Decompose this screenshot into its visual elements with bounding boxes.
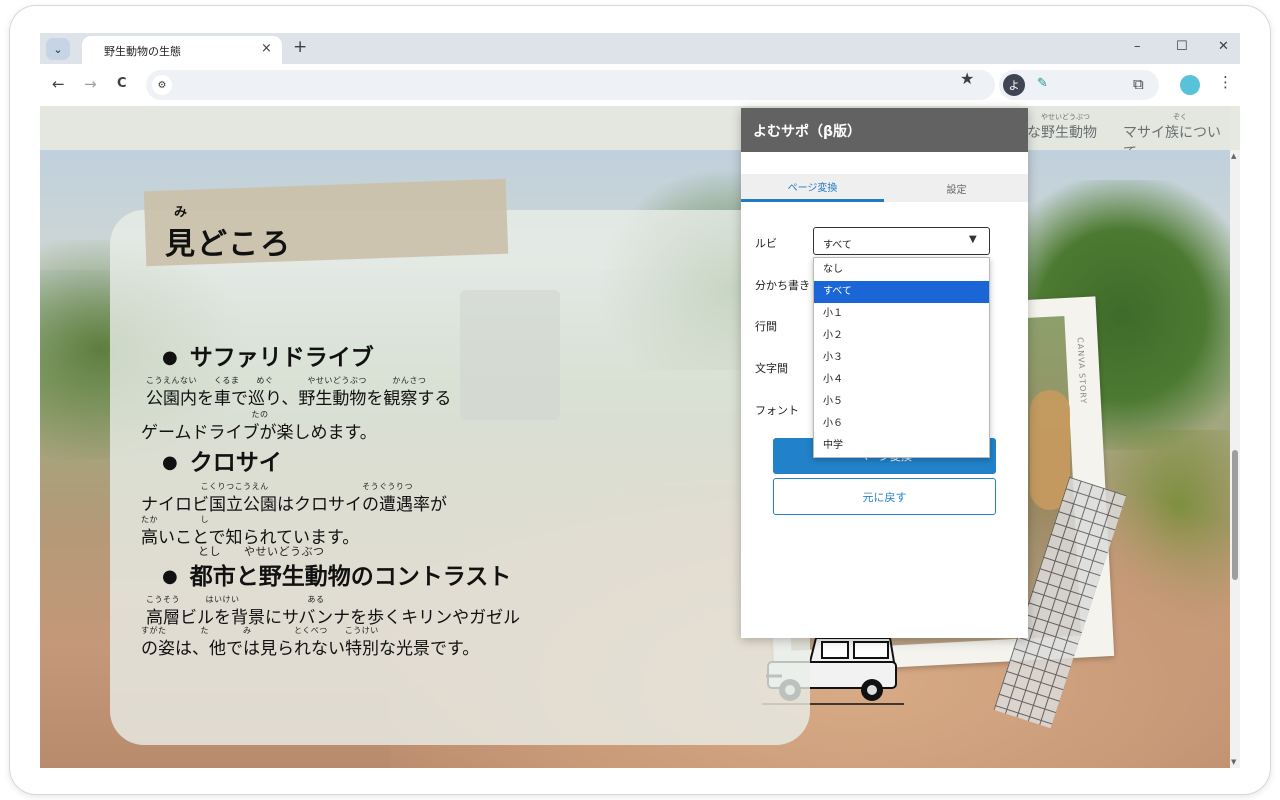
- option-grade6[interactable]: 小６: [814, 413, 989, 435]
- font-label: フォント: [755, 404, 799, 417]
- feature-title-text: サファリドライブ: [189, 345, 374, 371]
- address-bar[interactable]: ⚙: [146, 70, 995, 100]
- yomusapo-popup: よむサポ（β版） ページ変換 設定 ルビ 分かち書き 行間 文字間 フォント す…: [741, 108, 1028, 638]
- section-heading: 見どころ: [165, 227, 293, 262]
- option-grade5[interactable]: 小５: [814, 391, 989, 413]
- tab-search-icon[interactable]: ⌄: [46, 38, 70, 60]
- option-grade3[interactable]: 小３: [814, 347, 989, 369]
- scroll-thumb[interactable]: [1232, 450, 1238, 580]
- popup-title: よむサポ（β版）: [753, 124, 862, 140]
- new-tab-button[interactable]: +: [293, 37, 307, 57]
- yomusapo-extension-icon[interactable]: よ: [1003, 74, 1025, 96]
- feature-title: ● サファリドライブ: [162, 338, 374, 372]
- wakachi-label: 分かち書き: [755, 279, 810, 292]
- bullet-icon: ●: [162, 347, 178, 368]
- browser-toolbar: ← → C ⚙ ★ よ ✎ ⧉ ⋮: [40, 64, 1240, 106]
- popup-tabs: ページ変換 設定: [741, 174, 1028, 202]
- extensions-area: よ ✎ ⧉: [999, 70, 1159, 100]
- nav-label: な野生動物: [1027, 125, 1097, 141]
- option-grade2[interactable]: 小２: [814, 325, 989, 347]
- dropdown-arrow-icon: ▼: [969, 234, 977, 245]
- ruby-select[interactable]: すべて ▼: [813, 227, 990, 255]
- nav-ruby: やせいどうぶつ: [1041, 113, 1090, 121]
- tab-active[interactable]: 野生動物の生態 ×: [82, 36, 282, 64]
- site-header: やせいどうぶつ な野生動物 ぞく マサイ族について: [40, 106, 1230, 161]
- close-window-icon[interactable]: ✕: [1218, 39, 1229, 54]
- site-info-icon[interactable]: ⚙: [152, 75, 172, 95]
- device-frame: ⌄ 野生動物の生態 × + – ☐ ✕ ← → C ⚙ ★ よ ✎ ⧉ ⋮ やせ…: [10, 6, 1270, 794]
- feature-title: ● 都市と野生動物のコントラスト: [162, 557, 511, 591]
- scroll-down-icon[interactable]: ▼: [1231, 758, 1236, 766]
- feature-title: ● クロサイ: [162, 443, 282, 477]
- maximize-icon[interactable]: ☐: [1176, 39, 1188, 54]
- feature-description: ゲームドライブが楽しめます。: [141, 423, 377, 443]
- reload-icon[interactable]: C: [117, 76, 127, 91]
- content-card: [110, 210, 810, 745]
- feature-title-text: 都市と野生動物のコントラスト: [189, 564, 512, 590]
- photo-caption: CANVA STORY: [1075, 336, 1088, 405]
- feature-description: の姿は、他では見られない特別な光景です。: [141, 639, 480, 659]
- option-junior-high[interactable]: 中学: [814, 435, 989, 457]
- tab-strip: ⌄ 野生動物の生態 × + – ☐ ✕: [40, 33, 1240, 64]
- feature-description: ナイロビ国立公園はクロサイの遭遇率が: [141, 495, 447, 515]
- char-spacing-label: 文字間: [755, 362, 788, 375]
- profile-avatar[interactable]: [1180, 75, 1200, 95]
- option-none[interactable]: なし: [814, 259, 989, 281]
- forward-icon[interactable]: →: [84, 75, 97, 93]
- nav-item-wildlife[interactable]: やせいどうぶつ な野生動物: [1027, 113, 1097, 142]
- nav-ruby: ぞく: [1173, 113, 1187, 121]
- option-grade1[interactable]: 小１: [814, 303, 989, 325]
- ruby-select-value: すべて: [823, 240, 852, 251]
- bullet-icon: ●: [162, 566, 178, 587]
- menu-kebab-icon[interactable]: ⋮: [1218, 73, 1233, 91]
- heading-ruby: み: [174, 205, 188, 220]
- feature-description: 公園内を車で巡り、野生動物を観察する: [146, 389, 452, 409]
- option-grade4[interactable]: 小４: [814, 369, 989, 391]
- tab-settings[interactable]: 設定: [885, 174, 1028, 202]
- feature-title-text: クロサイ: [189, 450, 282, 476]
- ruby-label: ルビ: [755, 237, 777, 250]
- ruby-dropdown-list: なし すべて 小１ 小２ 小３ 小４ 小５ 小６ 中学: [813, 257, 990, 458]
- browser-window: ⌄ 野生動物の生態 × + – ☐ ✕ ← → C ⚙ ★ よ ✎ ⧉ ⋮ やせ…: [40, 33, 1240, 768]
- bookmark-star-icon[interactable]: ★: [960, 69, 974, 88]
- tab-page-convert[interactable]: ページ変換: [741, 174, 884, 202]
- page-scrollbar[interactable]: ▲ ▼: [1230, 150, 1240, 768]
- popup-header: よむサポ（β版）: [741, 108, 1028, 152]
- back-icon[interactable]: ←: [52, 75, 65, 93]
- tab-title: 野生動物の生態: [104, 45, 181, 58]
- extensions-puzzle-icon[interactable]: ⧉: [1133, 75, 1144, 93]
- minimize-icon[interactable]: –: [1134, 39, 1141, 54]
- tab-close-icon[interactable]: ×: [261, 41, 272, 56]
- pen-extension-icon[interactable]: ✎: [1037, 76, 1048, 91]
- option-all[interactable]: すべて: [814, 281, 989, 303]
- reset-button[interactable]: 元に戻す: [773, 478, 996, 515]
- line-spacing-label: 行間: [755, 320, 777, 333]
- web-page: やせいどうぶつ な野生動物 ぞく マサイ族について CANVA ST: [40, 106, 1240, 768]
- scroll-up-icon[interactable]: ▲: [1231, 152, 1236, 160]
- bullet-icon: ●: [162, 452, 178, 473]
